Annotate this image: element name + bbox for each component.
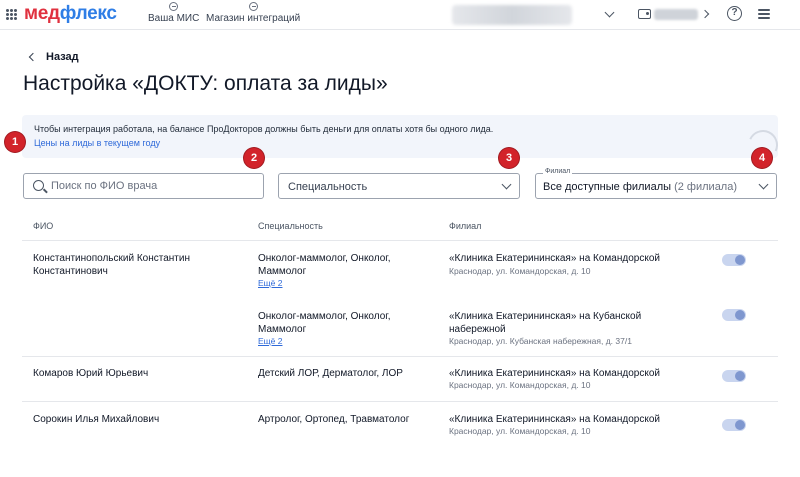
chevron-down-icon (501, 179, 512, 190)
branch-name: «Клиника Екатерининская» на Командорской (449, 414, 660, 425)
annotation-badge-1: 1 (5, 132, 25, 152)
doctor-search-field[interactable] (23, 173, 264, 199)
branch-address: Краснодар, ул. Командорская, д. 10 (449, 426, 591, 436)
toggle-knob (735, 371, 745, 381)
toggle-knob (735, 420, 745, 430)
show-more-link[interactable]: Ещё 2 (258, 278, 282, 288)
branch-address: Краснодар, ул. Командорская, д. 10 (449, 266, 591, 276)
nav-integration-store-label: Магазин интеграций (206, 13, 301, 24)
specialty-select[interactable]: Специальность (278, 173, 520, 199)
doctor-search-input[interactable] (51, 177, 256, 195)
show-more-link[interactable]: Ещё 2 (258, 336, 282, 346)
branch-select[interactable]: Филиал Все доступные филиалы (2 филиала) (535, 168, 777, 199)
branch-enabled-toggle[interactable] (722, 254, 746, 266)
divider (22, 356, 778, 357)
nav-integration-store[interactable]: Магазин интеграций (206, 2, 300, 24)
doctor-name: Сорокин Илья Михайлович (33, 414, 160, 425)
branch-select-value: Все доступные филиалы (2 филиала) (543, 181, 737, 193)
specialty-select-value: Специальность (288, 181, 368, 193)
divider (22, 240, 778, 241)
column-header-branch: Филиал (449, 221, 482, 231)
page-title: Настройка «ДОКТУ: оплата за лиды» (23, 72, 388, 95)
branch-address: Краснодар, ул. Кубанская набережная, д. … (449, 336, 632, 346)
nav-your-mis-label: Ваша МИС (148, 13, 200, 24)
annotation-badge-3: 3 (499, 148, 519, 168)
chevron-down-icon (758, 179, 769, 190)
doctor-name: Константинопольский Константин Константи… (33, 253, 190, 277)
back-label: Назад (46, 51, 79, 63)
lead-prices-link[interactable]: Цены на лиды в текущем году (34, 138, 160, 148)
toggle-knob (735, 255, 745, 265)
column-header-specialty: Специальность (258, 221, 323, 231)
account-selector[interactable] (452, 5, 572, 25)
help-icon[interactable]: ? (727, 6, 742, 21)
column-header-name: ФИО (33, 221, 54, 231)
apps-grid-icon[interactable] (6, 9, 17, 20)
search-icon (33, 180, 44, 191)
branch-name: «Клиника Екатерининская» на Кубанской на… (449, 311, 642, 335)
logo[interactable]: медфлекс (24, 3, 117, 25)
balance-value (654, 9, 698, 20)
doctor-specialty: Онколог-маммолог, Онколог, Маммолог (258, 311, 391, 335)
doctor-specialty: Детский ЛОР, Дерматолог, ЛОР (258, 368, 403, 379)
chevron-right-icon[interactable] (700, 9, 710, 19)
divider (22, 401, 778, 402)
branch-enabled-toggle[interactable] (722, 370, 746, 382)
branch-count: (2 филиала) (674, 181, 738, 193)
branch-name: «Клиника Екатерининская» на Командорской (449, 253, 660, 264)
branch-select-value-text: Все доступные филиалы (543, 181, 672, 193)
back-link[interactable]: Назад (28, 51, 79, 63)
branch-select-label: Филиал (543, 168, 573, 175)
top-bar: медфлекс Ваша МИС Магазин интеграций ? (0, 0, 800, 30)
annotation-badge-2: 2 (244, 148, 264, 168)
doctor-specialty: Онколог-маммолог, Онколог, Маммолог (258, 253, 391, 277)
nav-your-mis[interactable]: Ваша МИС (148, 2, 199, 24)
branch-name: «Клиника Екатерининская» на Командорской (449, 368, 660, 379)
chevron-left-icon (28, 52, 38, 62)
annotation-badge-4: 4 (752, 148, 772, 168)
banner-text: Чтобы интеграция работала, на балансе Пр… (34, 124, 494, 134)
branch-address: Краснодар, ул. Командорская, д. 10 (449, 380, 591, 390)
arrow-circle-icon (169, 2, 179, 11)
doctor-specialty: Артролог, Ортопед, Травматолог (258, 414, 410, 425)
info-banner: Чтобы интеграция работала, на балансе Пр… (22, 115, 778, 158)
chevron-down-icon[interactable] (604, 7, 615, 18)
wallet-icon[interactable] (638, 9, 651, 19)
arrow-circle-icon (248, 2, 258, 11)
toggle-knob (735, 310, 745, 320)
hamburger-menu-icon[interactable] (758, 9, 770, 19)
branch-enabled-toggle[interactable] (722, 309, 746, 321)
doctor-name: Комаров Юрий Юрьевич (33, 368, 149, 379)
branch-enabled-toggle[interactable] (722, 419, 746, 431)
